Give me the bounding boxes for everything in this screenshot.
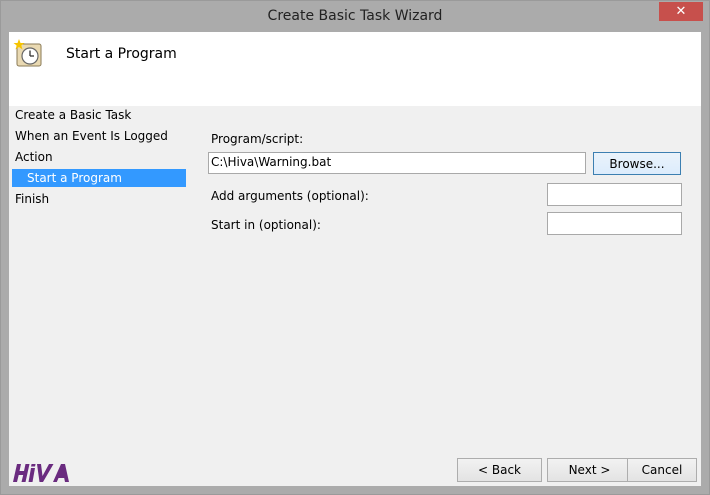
step-start-a-program[interactable]: Start a Program — [12, 169, 186, 187]
program-script-input[interactable]: C:\Hiva\Warning.bat — [208, 152, 586, 174]
scheduled-task-clock-icon — [13, 39, 42, 67]
cancel-button[interactable]: Cancel — [627, 458, 697, 482]
page-title: Start a Program — [66, 46, 177, 62]
wizard-window: Create Basic Task Wizard ✕ Start a Progr… — [0, 0, 710, 495]
program-script-label: Program/script: — [211, 132, 304, 146]
step-create-basic-task[interactable]: Create a Basic Task — [15, 106, 131, 124]
title-bar[interactable]: Create Basic Task Wizard ✕ — [1, 1, 709, 32]
close-button[interactable]: ✕ — [659, 2, 703, 21]
step-finish[interactable]: Finish — [15, 190, 49, 208]
arguments-input[interactable] — [547, 183, 682, 206]
wizard-body: Create a Basic Task When an Event Is Log… — [9, 106, 701, 486]
browse-button[interactable]: Browse... — [593, 152, 681, 175]
wizard-header: Start a Program — [9, 32, 701, 106]
next-button[interactable]: Next > — [547, 458, 632, 482]
step-event-logged[interactable]: When an Event Is Logged — [15, 127, 168, 145]
start-in-label: Start in (optional): — [211, 218, 321, 232]
arguments-label: Add arguments (optional): — [211, 189, 369, 203]
step-action[interactable]: Action — [15, 148, 53, 166]
hiva-logo: HIVA — [13, 460, 69, 482]
back-button[interactable]: < Back — [457, 458, 542, 482]
start-in-input[interactable] — [547, 212, 682, 235]
close-icon: ✕ — [675, 4, 687, 19]
svg-text:HIVA: HIVA — [13, 460, 16, 461]
window-title: Create Basic Task Wizard — [267, 8, 443, 24]
